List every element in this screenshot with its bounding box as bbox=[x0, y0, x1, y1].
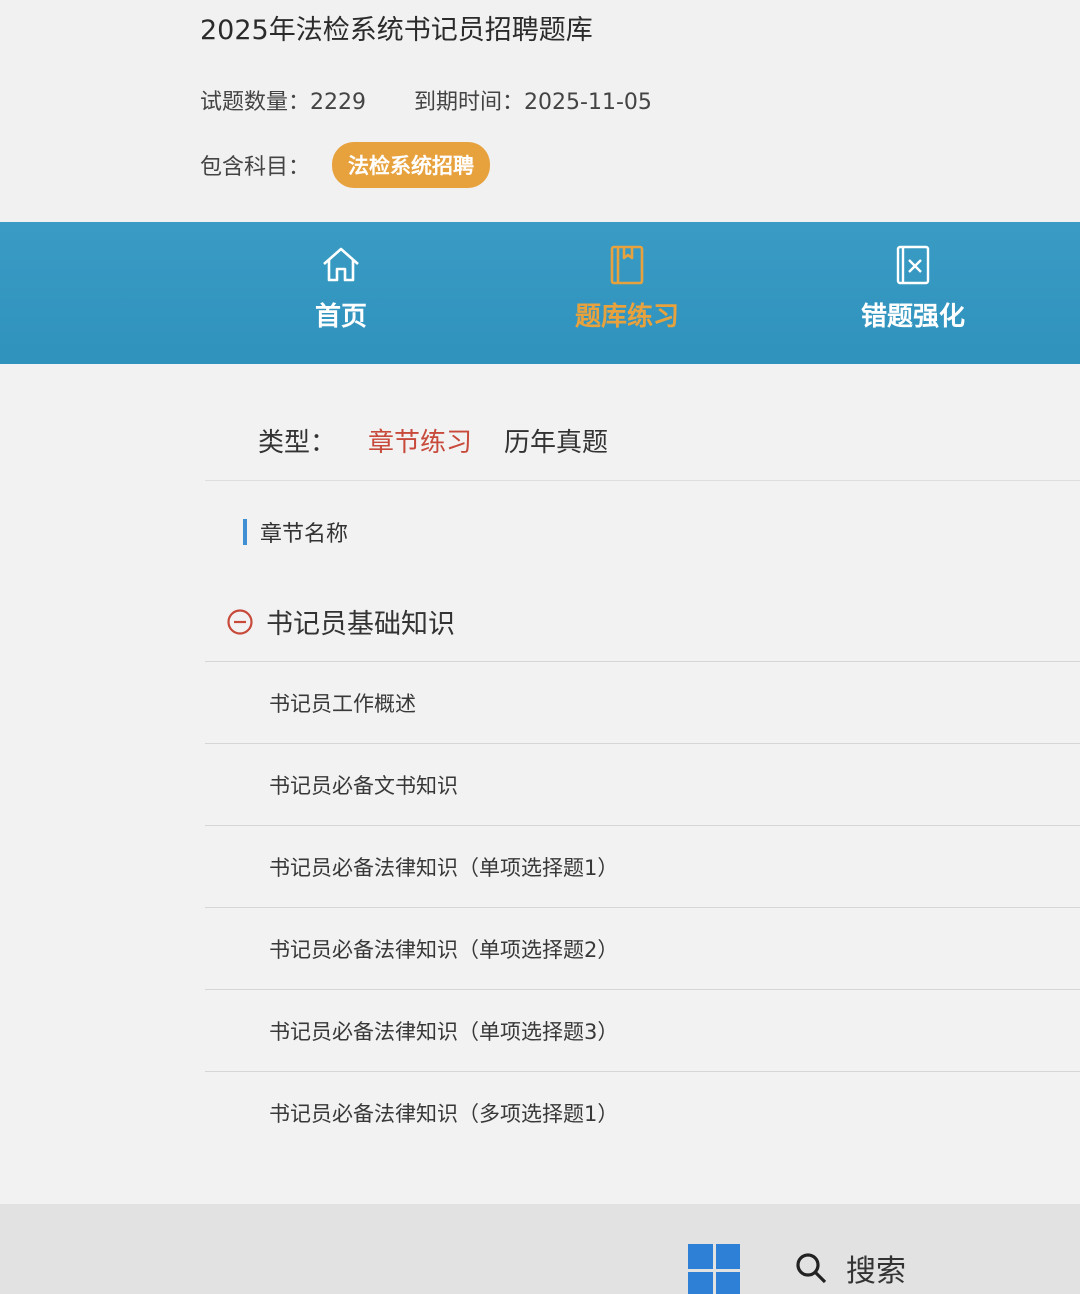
bank-meta: 试题数量：2229 到期时间：2025-11-05 bbox=[200, 84, 652, 116]
list-item[interactable]: 书记员必备法律知识（多项选择题1） bbox=[205, 1071, 1080, 1153]
question-count-value: 2229 bbox=[310, 90, 367, 115]
expiry-value: 2025-11-05 bbox=[524, 90, 652, 115]
main-nav: 首页 题库练习 错题强化 bbox=[0, 222, 1080, 364]
subject-badge[interactable]: 法检系统招聘 bbox=[332, 142, 491, 188]
type-filter-label: 类型： bbox=[258, 428, 337, 458]
chapter-group[interactable]: 书记员基础知识 bbox=[226, 602, 455, 641]
question-count-label: 试题数量： bbox=[200, 90, 311, 115]
type-filter: 类型： 章节练习 历年真题 bbox=[258, 422, 608, 459]
taskbar: 搜索 bbox=[0, 1204, 1080, 1294]
list-item[interactable]: 书记员必备法律知识（单项选择题1） bbox=[205, 825, 1080, 907]
tab-chapter-practice[interactable]: 章节练习 bbox=[368, 422, 472, 459]
collapse-minus-icon[interactable] bbox=[226, 608, 254, 636]
list-item[interactable]: 书记员必备文书知识 bbox=[205, 743, 1080, 825]
search-icon bbox=[796, 1253, 827, 1284]
nav-label-home: 首页 bbox=[314, 302, 367, 332]
bank-header: 2025年法检系统书记员招聘题库 试题数量：2229 到期时间：2025-11-0… bbox=[0, 0, 1080, 222]
section-title: 章节名称 bbox=[260, 522, 349, 547]
subjects-label: 包含科目： bbox=[200, 155, 311, 180]
nav-label-practice: 题库练习 bbox=[574, 302, 679, 332]
chapter-group-title: 书记员基础知识 bbox=[266, 609, 455, 640]
taskbar-search-label: 搜索 bbox=[846, 1254, 906, 1289]
section-marker bbox=[243, 519, 247, 545]
book-icon bbox=[610, 245, 644, 285]
windows-start-icon[interactable] bbox=[688, 1244, 740, 1294]
nav-item-home[interactable]: 首页 bbox=[241, 244, 441, 333]
wrong-questions-icon bbox=[896, 245, 930, 285]
practice-content: 类型： 章节练习 历年真题 章节名称 书记员基础知识 书记员工作概述 书记员必备… bbox=[0, 364, 1080, 1204]
nav-item-practice[interactable]: 题库练习 bbox=[527, 244, 727, 333]
subjects-row: 包含科目： 法检系统招聘 bbox=[200, 142, 491, 188]
expiry-label: 到期时间： bbox=[414, 90, 525, 115]
nav-label-wrong-questions: 错题强化 bbox=[860, 302, 965, 332]
list-item[interactable]: 书记员必备法律知识（单项选择题2） bbox=[205, 907, 1080, 989]
tab-past-exams[interactable]: 历年真题 bbox=[504, 422, 608, 459]
nav-item-wrong-questions[interactable]: 错题强化 bbox=[813, 244, 1013, 333]
divider bbox=[205, 480, 1080, 481]
page-title: 2025年法检系统书记员招聘题库 bbox=[200, 15, 593, 46]
list-item[interactable]: 书记员必备法律知识（单项选择题3） bbox=[205, 989, 1080, 1071]
list-item[interactable]: 书记员工作概述 bbox=[205, 661, 1080, 743]
taskbar-search[interactable]: 搜索 bbox=[794, 1246, 906, 1290]
section-header: 章节名称 bbox=[243, 516, 348, 548]
chapter-list: 书记员工作概述 书记员必备文书知识 书记员必备法律知识（单项选择题1） 书记员必… bbox=[205, 661, 1080, 1153]
home-icon bbox=[323, 247, 359, 282]
